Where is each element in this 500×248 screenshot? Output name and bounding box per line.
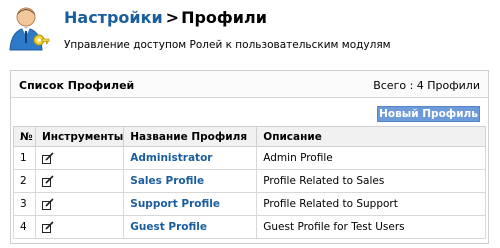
- table-row: 1 Administrator Admin Profile: [13, 146, 486, 170]
- panel-header: Список Профилей Всего : 4 Профили: [11, 71, 488, 98]
- edit-icon[interactable]: [42, 174, 54, 187]
- row-tools: [34, 169, 125, 193]
- table-header-row: № Инструменты Название Профиля Описание: [13, 126, 486, 147]
- row-profile-name: Administrator: [123, 146, 258, 170]
- row-profile-name: Guest Profile: [123, 215, 258, 239]
- column-header-profile-name: Название Профиля: [123, 126, 258, 147]
- row-profile-name: Sales Profile: [123, 169, 258, 193]
- profile-name-link[interactable]: Sales Profile: [130, 175, 204, 187]
- page-title: Настройки > Профили: [64, 8, 267, 27]
- profile-name-link[interactable]: Administrator: [130, 152, 212, 164]
- table-row: 2 Sales Profile Profile Related to Sales: [13, 169, 486, 193]
- row-description: Profile Related to Support: [256, 192, 486, 216]
- profiles-panel: Список Профилей Всего : 4 Профили Новый …: [10, 70, 489, 244]
- column-header-number: №: [13, 126, 36, 147]
- row-description: Guest Profile for Test Users: [256, 215, 486, 239]
- breadcrumb-separator: >: [165, 8, 180, 27]
- row-number: 4: [13, 215, 36, 239]
- breadcrumb-settings-link[interactable]: Настройки: [64, 8, 163, 27]
- profiles-total: Всего : 4 Профили: [373, 79, 480, 92]
- row-description: Admin Profile: [256, 146, 486, 170]
- column-header-description: Описание: [256, 126, 486, 147]
- row-tools: [34, 146, 125, 170]
- profile-name-link[interactable]: Support Profile: [130, 198, 220, 210]
- column-header-tools: Инструменты: [34, 126, 125, 147]
- user-key-icon: [9, 7, 50, 51]
- table-row: 4 Guest Profile Guest Profile for Test U…: [13, 215, 486, 239]
- row-profile-name: Support Profile: [123, 192, 258, 216]
- row-number: 2: [13, 169, 36, 193]
- new-profile-button[interactable]: Новый Профиль: [377, 106, 480, 122]
- row-number: 3: [13, 192, 36, 216]
- row-number: 1: [13, 146, 36, 170]
- row-tools: [34, 192, 125, 216]
- edit-icon[interactable]: [42, 151, 54, 164]
- page-subtitle: Управление доступом Ролей к пользователь…: [64, 39, 391, 51]
- profile-name-link[interactable]: Guest Profile: [130, 221, 207, 233]
- panel-title: Список Профилей: [19, 79, 135, 92]
- row-description: Profile Related to Sales: [256, 169, 486, 193]
- profiles-table: № Инструменты Название Профиля Описание …: [13, 126, 486, 239]
- edit-icon[interactable]: [42, 197, 54, 210]
- row-tools: [34, 215, 125, 239]
- breadcrumb-current: Профили: [181, 8, 267, 27]
- table-row: 3 Support Profile Profile Related to Sup…: [13, 192, 486, 216]
- edit-icon[interactable]: [42, 220, 54, 233]
- page-header: Настройки > Профили Управление доступом Ро…: [0, 0, 500, 64]
